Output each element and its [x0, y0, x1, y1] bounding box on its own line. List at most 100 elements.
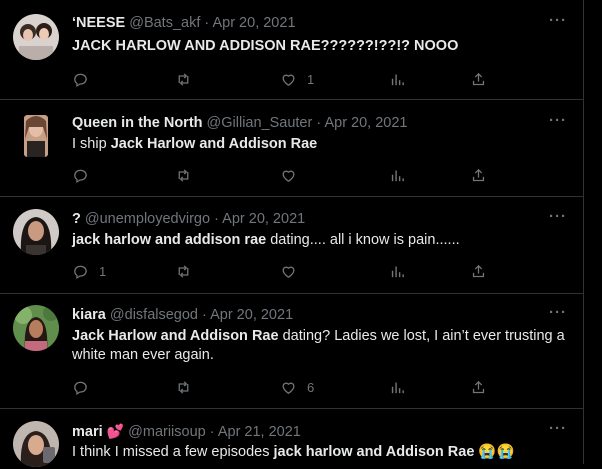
- like-count: 6: [307, 379, 315, 395]
- reply-count: 1: [99, 263, 107, 279]
- more-icon[interactable]: ···: [549, 208, 567, 225]
- tweet-text: I ship Jack Harlow and Addison Rae: [72, 135, 572, 154]
- retweet-icon: [175, 71, 192, 88]
- share-icon: [470, 379, 487, 396]
- share-button[interactable]: [470, 261, 487, 281]
- like-button[interactable]: 6: [280, 377, 314, 397]
- action-bar: 6: [72, 377, 492, 397]
- more-icon[interactable]: ···: [549, 12, 567, 29]
- more-icon[interactable]: ···: [549, 112, 567, 129]
- tweet-feed: ‘NEESE @Bats_akf · Apr 20, 2021 ··· JACK…: [0, 0, 583, 467]
- text-run: I ship: [72, 136, 111, 152]
- retweet-button[interactable]: [175, 377, 192, 397]
- timestamp[interactable]: Apr 20, 2021: [324, 115, 407, 131]
- share-icon: [470, 263, 487, 280]
- display-name[interactable]: Queen in the North: [72, 115, 203, 131]
- like-button[interactable]: 1: [280, 69, 314, 89]
- handle[interactable]: @unemployedvirgo: [85, 211, 210, 227]
- display-name[interactable]: mari: [72, 424, 103, 440]
- highlighted-text: JACK HARLOW AND ADDISON RAE??????!??!? N…: [72, 38, 459, 54]
- action-bar: [72, 165, 492, 185]
- separator: ·: [202, 307, 207, 323]
- tweet-header: mari 💕 @mariisoup · Apr 21, 2021: [72, 422, 301, 441]
- avatar[interactable]: [13, 209, 59, 255]
- retweet-icon: [175, 263, 192, 280]
- views-icon: [389, 167, 406, 184]
- handle[interactable]: @disfalsegod: [110, 307, 198, 323]
- avatar[interactable]: [13, 305, 59, 351]
- tweet-header: kiara @disfalsegod · Apr 20, 2021: [72, 306, 293, 324]
- display-name[interactable]: ‘NEESE: [72, 15, 125, 31]
- handle[interactable]: @Bats_akf: [129, 15, 200, 31]
- views-button[interactable]: [389, 165, 406, 185]
- retweet-button[interactable]: [175, 165, 192, 185]
- retweet-button[interactable]: [175, 69, 192, 89]
- reply-icon: [72, 379, 89, 396]
- column-divider: [583, 0, 584, 464]
- share-icon: [470, 167, 487, 184]
- text-run: I think I missed a few episodes: [72, 444, 274, 460]
- tweet[interactable]: mari 💕 @mariisoup · Apr 21, 2021 ··· I t…: [0, 409, 583, 469]
- views-button[interactable]: [389, 261, 406, 281]
- like-icon: [280, 263, 297, 280]
- display-name[interactable]: ?: [72, 211, 81, 227]
- reply-icon: [72, 167, 89, 184]
- retweet-icon: [175, 379, 192, 396]
- share-button[interactable]: [470, 69, 487, 89]
- separator: ·: [214, 211, 219, 227]
- tweet-header: Queen in the North @Gillian_Sauter · Apr…: [72, 114, 408, 132]
- timestamp[interactable]: Apr 20, 2021: [210, 307, 293, 323]
- tweet[interactable]: kiara @disfalsegod · Apr 20, 2021 ··· Ja…: [0, 294, 583, 409]
- highlighted-text: Jack Harlow and Addison Rae: [72, 328, 279, 344]
- tweet[interactable]: ? @unemployedvirgo · Apr 20, 2021 ··· ja…: [0, 197, 583, 294]
- tweet-header: ‘NEESE @Bats_akf · Apr 20, 2021: [72, 14, 296, 32]
- avatar[interactable]: [13, 14, 59, 60]
- tweet-text: I think I missed a few episodes jack har…: [72, 443, 572, 462]
- reply-button[interactable]: [72, 165, 99, 185]
- tweet-text: jack harlow and addison rae dating.... a…: [72, 231, 572, 250]
- views-icon: [389, 71, 406, 88]
- reply-button[interactable]: [72, 377, 99, 397]
- separator: ·: [209, 424, 215, 440]
- timestamp[interactable]: Apr 20, 2021: [222, 211, 305, 227]
- timestamp[interactable]: Apr 21, 2021: [218, 424, 301, 440]
- separator: ·: [204, 15, 210, 31]
- retweet-button[interactable]: [175, 261, 192, 281]
- views-icon: [389, 379, 406, 396]
- tweet-text: Jack Harlow and Addison Rae dating? Ladi…: [72, 327, 572, 365]
- share-icon: [470, 71, 487, 88]
- separator: ·: [316, 115, 322, 131]
- heart-emoji: 💕: [106, 423, 125, 439]
- views-icon: [389, 263, 406, 280]
- avatar[interactable]: [13, 421, 59, 467]
- like-icon: [280, 71, 297, 88]
- handle[interactable]: @Gillian_Sauter: [207, 115, 313, 131]
- reply-button[interactable]: 1: [72, 261, 106, 281]
- reply-icon: [72, 71, 89, 88]
- avatar[interactable]: [13, 113, 59, 159]
- display-name[interactable]: kiara: [72, 307, 106, 323]
- highlighted-text: Jack Harlow and Addison Rae: [110, 136, 318, 152]
- like-button[interactable]: [280, 261, 307, 281]
- tweet[interactable]: ‘NEESE @Bats_akf · Apr 20, 2021 ··· JACK…: [0, 0, 583, 100]
- views-button[interactable]: [389, 377, 406, 397]
- like-icon: [280, 379, 297, 396]
- action-bar: 1: [72, 261, 492, 281]
- share-button[interactable]: [470, 377, 487, 397]
- like-icon: [280, 167, 297, 184]
- tweet[interactable]: Queen in the North @Gillian_Sauter · Apr…: [0, 100, 583, 197]
- text-run: 😭😭: [474, 444, 515, 460]
- more-icon[interactable]: ···: [549, 420, 567, 437]
- action-bar: 1: [72, 69, 492, 89]
- highlighted-text: jack harlow and Addison Rae: [273, 444, 475, 460]
- views-button[interactable]: [389, 69, 406, 89]
- more-icon[interactable]: ···: [549, 304, 567, 321]
- like-count: 1: [307, 71, 315, 87]
- handle[interactable]: @mariisoup: [128, 424, 206, 440]
- like-button[interactable]: [280, 165, 307, 185]
- highlighted-text: jack harlow and addison rae: [72, 232, 267, 248]
- share-button[interactable]: [470, 165, 487, 185]
- reply-button[interactable]: [72, 69, 99, 89]
- tweet-text: JACK HARLOW AND ADDISON RAE??????!??!? N…: [72, 37, 572, 56]
- timestamp[interactable]: Apr 20, 2021: [212, 15, 295, 31]
